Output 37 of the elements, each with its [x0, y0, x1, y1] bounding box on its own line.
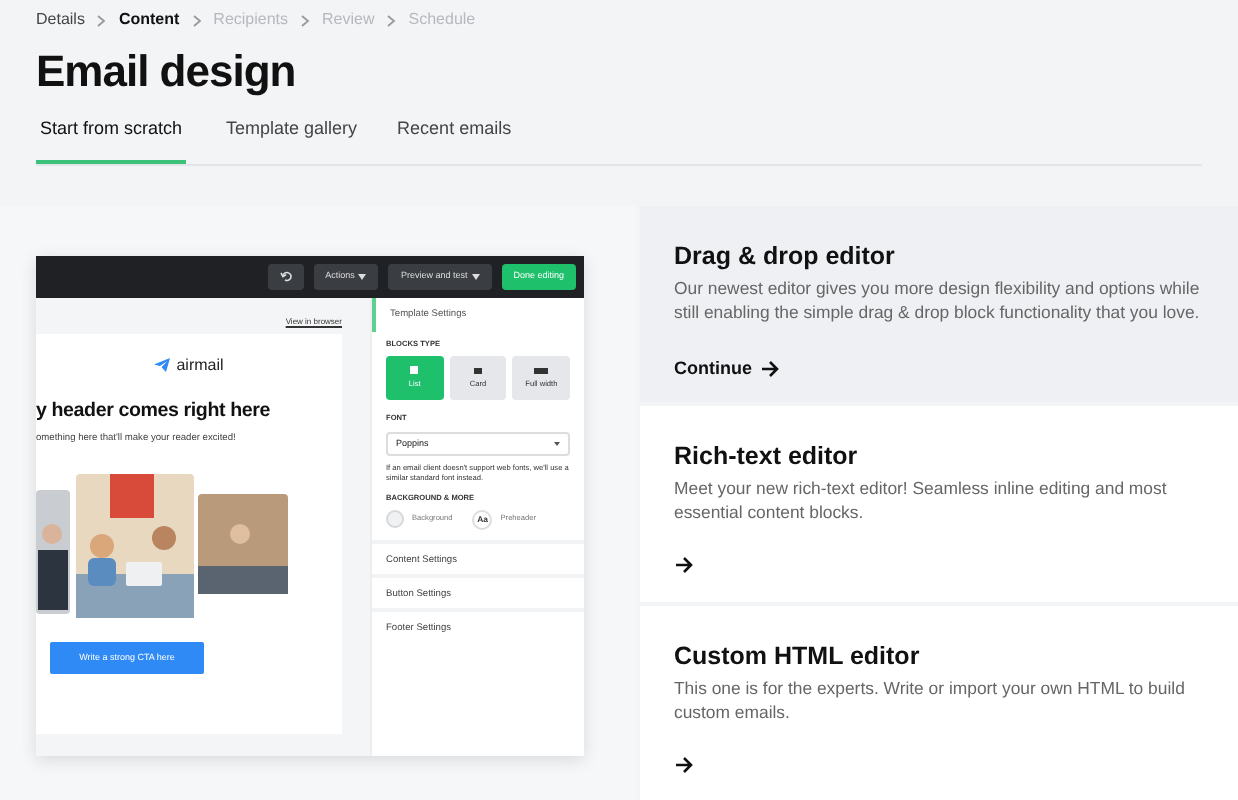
option-description: Meet your new rich-text editor! Seamless inline editing and most essential content blocks.	[674, 475, 1169, 525]
chevron-icon	[300, 13, 311, 27]
card-icon	[474, 367, 482, 374]
caret-icon	[358, 273, 367, 279]
editor-option-card[interactable]: Custom HTML editor This one is for the experts. Write or import your own HTML to build custom emails.	[640, 605, 1238, 800]
arrow-icon	[760, 359, 780, 378]
tab[interactable]: Start from scratch	[36, 108, 187, 163]
editor-option-card[interactable]: Rich-text editor Meet your new rich-text editor! Seamless inline editing and most essential content blocks.	[640, 405, 1238, 601]
option-description: This one is for the experts. Write or import your own HTML to build custom emails.	[674, 675, 1187, 725]
arrow-link[interactable]	[674, 755, 694, 773]
wide-block-icon	[534, 367, 549, 374]
chevron-icon	[96, 13, 107, 27]
arrow-link[interactable]	[674, 555, 694, 573]
page-title: Email design	[36, 44, 298, 100]
option-title: Custom HTML editor	[674, 641, 922, 671]
arrow-icon	[674, 755, 694, 773]
tab[interactable]: Recent emails	[397, 108, 512, 163]
breadcrumb-step[interactable]: Content	[118, 8, 180, 32]
paper-plane-icon	[154, 358, 171, 372]
email-headline: y header comes right here	[36, 397, 272, 425]
logo-text: airmail	[176, 353, 224, 377]
undo-icon	[279, 270, 292, 282]
tab[interactable]: Template gallery	[226, 108, 358, 163]
background-swatch[interactable]	[386, 510, 404, 529]
chevron-icon	[191, 13, 202, 27]
option-description: Our newest editor gives you more design flexibility and options while still enabling the simple drag & drop block functionality that you love.	[674, 275, 1202, 325]
undo-button[interactable]	[267, 263, 304, 289]
option-title: Rich-text editor	[674, 441, 860, 471]
square-icon	[410, 366, 419, 375]
continue-link[interactable]: Continue	[674, 355, 780, 382]
caret-icon	[471, 273, 480, 279]
caret-icon	[554, 442, 560, 447]
chevron-icon	[386, 13, 397, 27]
breadcrumb-step[interactable]: Details	[36, 8, 85, 32]
editor-option-card[interactable]: Drag & drop editor Our newest editor gives you more design flexibility and options while still enabling the simple drag & drop block functionality that you love. Continue	[640, 205, 1238, 401]
option-title: Drag & drop editor	[674, 241, 897, 271]
arrow-icon	[674, 555, 694, 573]
